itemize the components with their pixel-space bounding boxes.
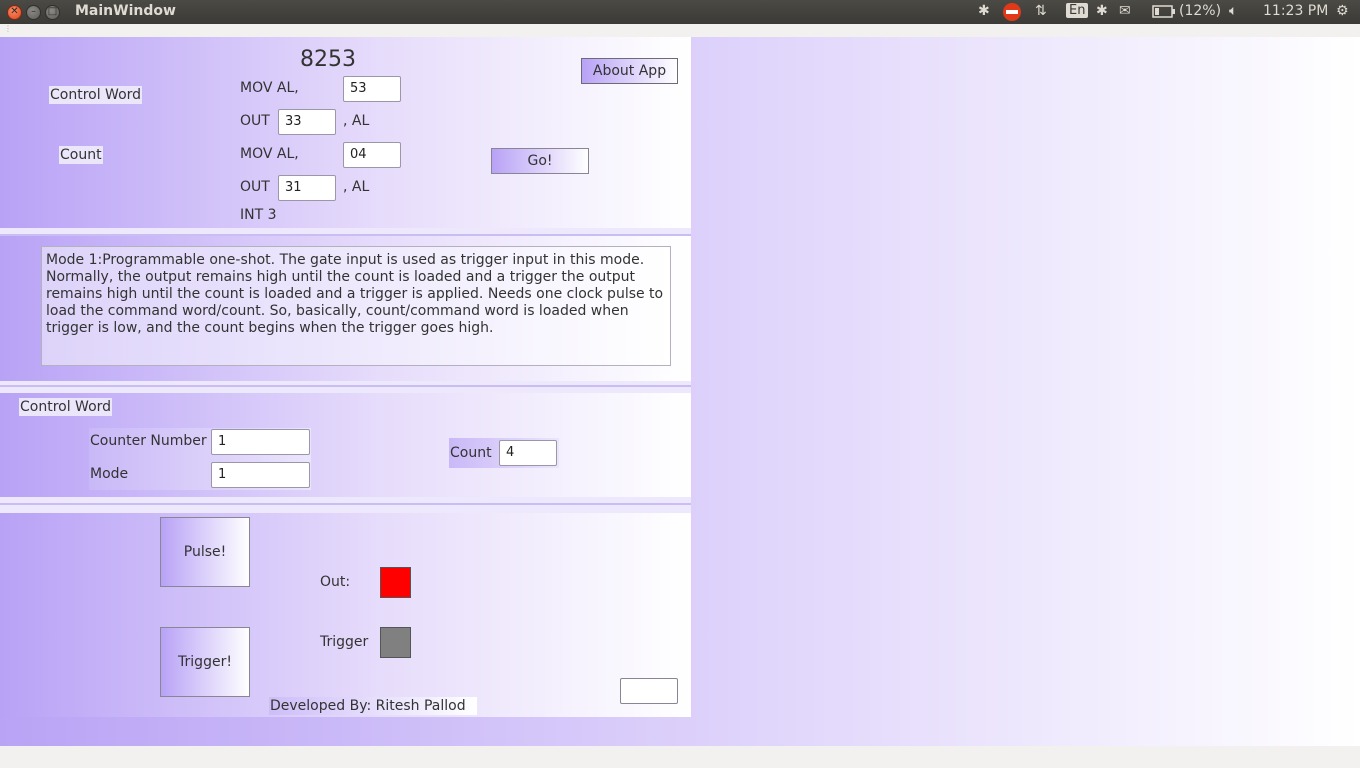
out-label: OUT [240,179,270,195]
status-bar [0,746,1360,768]
mov-al-label: MOV AL, [240,80,299,96]
trigger-button[interactable]: Trigger! [160,627,250,697]
mail-icon[interactable]: ✉ [1119,3,1131,19]
description-section: Mode 1:Programmable one-shot. The gate i… [0,236,691,381]
minimize-icon: – [31,6,36,17]
out-al-suffix: , AL [343,113,370,129]
out-al-suffix: , AL [343,179,370,195]
mode-label: Mode [90,466,129,482]
developer-credit: Developed By: Ritesh Pallod [269,697,477,715]
close-icon: ✕ [10,6,19,17]
battery-icon[interactable] [1152,5,1176,22]
maximize-window-button[interactable]: □ [45,5,60,20]
minimize-window-button[interactable]: – [26,5,41,20]
count-label: Count [59,146,103,164]
bluetooth-icon[interactable]: ✱ [978,3,990,19]
count-value-input[interactable]: 04 [343,142,401,168]
out-indicator [380,567,411,598]
trigger-indicator [380,627,411,658]
count-port-input[interactable]: 31 [278,175,336,201]
network-transfer-icon[interactable]: ⇅ [1035,3,1047,19]
extra-input-field[interactable] [620,678,678,704]
divider [0,505,691,513]
window-title: MainWindow [75,3,176,19]
out-label: OUT [240,113,270,129]
window-titlebar: ✕ – □ MainWindow ✱ ⇅ En ✱ ✉ (12%) 🔈︎ 11:… [0,0,1360,24]
maximize-icon: □ [47,6,58,17]
trigger-signal-label: Trigger [320,634,369,650]
page-title: 8253 [300,47,356,72]
mov-al-label: MOV AL, [240,146,299,162]
battery-percentage: (12%) [1179,3,1222,19]
code-section: 8253 About App Control Word Count MOV AL… [0,37,691,228]
grip-icon: ⋮ [4,24,12,33]
int3-label: INT 3 [240,207,277,223]
control-word-section-label: Control Word [19,398,113,416]
menu-strip: ⋮ [0,24,1360,37]
control-word-section: Control Word Counter Number 1 Mode 1 Cou… [0,393,691,497]
control-word-input[interactable]: 53 [343,76,401,102]
control-port-input[interactable]: 33 [278,109,336,135]
keyboard-language-indicator[interactable]: En [1066,3,1089,18]
pulse-button[interactable]: Pulse! [160,517,250,587]
main-window-area: 8253 About App Control Word Count MOV AL… [0,37,1360,746]
clock[interactable]: 11:23 PM [1263,3,1328,19]
counter-number-label: Counter Number [90,433,207,449]
signals-section: Pulse! Trigger! Out: Trigger Developed B… [0,513,691,717]
count-label: Count [450,445,492,461]
control-word-label: Control Word [49,86,143,104]
do-not-disturb-icon[interactable] [1002,2,1022,26]
bluetooth-icon[interactable]: ✱ [1096,3,1108,19]
go-button[interactable]: Go! [491,148,589,174]
about-app-button[interactable]: About App [581,58,678,84]
volume-icon[interactable]: 🔈︎ [1229,3,1237,19]
out-signal-label: Out: [320,574,351,590]
mode-input[interactable]: 1 [211,462,310,488]
count-input[interactable]: 4 [499,440,557,466]
power-gear-icon[interactable]: ⚙ [1336,3,1349,19]
close-window-button[interactable]: ✕ [7,5,22,20]
mode-description-text: Mode 1:Programmable one-shot. The gate i… [41,246,671,366]
counter-number-input[interactable]: 1 [211,429,310,455]
